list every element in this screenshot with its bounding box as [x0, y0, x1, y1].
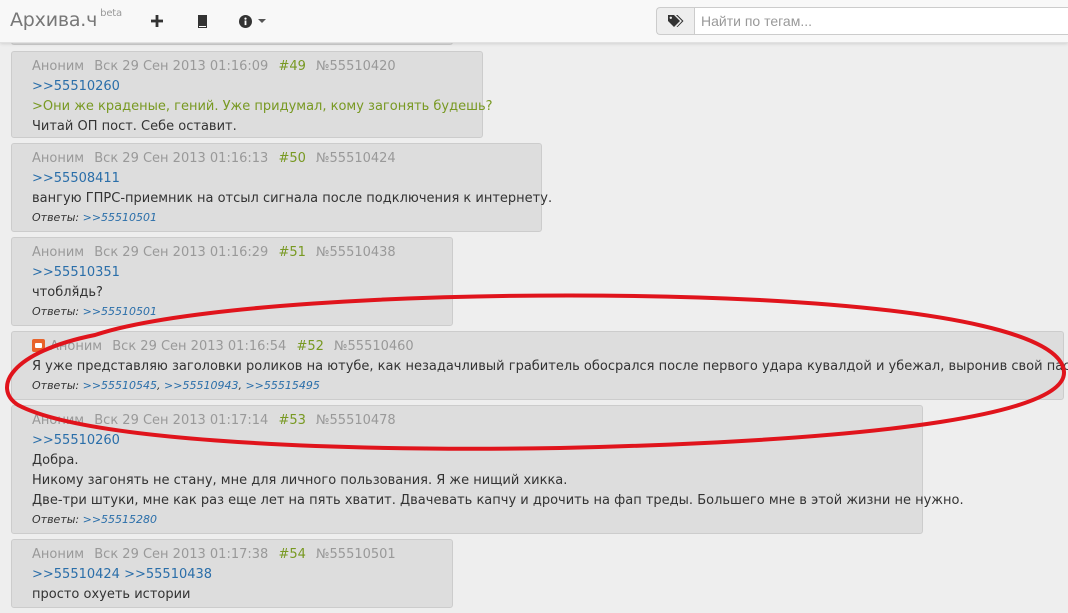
post: Аноним Вск 29 Сен 2013 01:16:09 #49 №555… [11, 51, 493, 138]
post-number[interactable]: #50 [278, 151, 305, 166]
post-number[interactable]: #49 [278, 59, 305, 74]
post-text: Две-три штуки, мне как раз еще лет на пя… [32, 493, 964, 508]
answers-label: Ответы: [32, 305, 80, 318]
post-id[interactable]: №55510460 [334, 339, 414, 354]
post-id[interactable]: №55510438 [316, 245, 396, 260]
tag-search-addon [656, 7, 694, 35]
post-text: Добра. [32, 453, 79, 468]
post-answers: Ответы: >>55515280 [32, 511, 902, 529]
post-id[interactable]: №55510501 [316, 547, 396, 562]
post-text: Читай ОП пост. Себе оставит. [32, 119, 237, 134]
post-author: Аноним [32, 151, 85, 166]
plus-icon [151, 15, 163, 27]
post-author: Аноним [50, 339, 103, 354]
post-header: Аноним Вск 29 Сен 2013 01:16:54 #52 №555… [32, 337, 1043, 357]
answer-link[interactable]: >>55510501 [83, 211, 157, 224]
tag-search-input[interactable] [694, 7, 1068, 35]
post: Аноним Вск 29 Сен 2013 01:17:14 #53 №555… [11, 405, 964, 534]
book-icon [197, 14, 207, 28]
post-header: Аноним Вск 29 Сен 2013 01:17:14 #53 №555… [32, 411, 902, 431]
answers-label: Ответы: [32, 513, 80, 526]
post-text: Я уже представляю заголовки роликов на ю… [32, 359, 1068, 374]
greentext-quote: >Они же краденые, гений. Уже придумал, к… [32, 99, 493, 114]
answer-link[interactable]: >>55515280 [83, 513, 157, 526]
post-header: Аноним Вск 29 Сен 2013 01:16:29 #51 №555… [32, 243, 432, 263]
answer-link[interactable]: >>55510501 [83, 305, 157, 318]
info-icon [239, 14, 252, 28]
post-date: Вск 29 Сен 2013 01:16:09 [94, 59, 269, 74]
answers-label: Ответы: [32, 379, 80, 392]
post-text: чтобля̆дь? [32, 285, 103, 300]
post-number[interactable]: #53 [278, 413, 305, 428]
post-answers: Ответы: >>55510545, >>55510943, >>555154… [32, 379, 320, 392]
reply-link[interactable]: >>55510351 [32, 265, 120, 280]
post-number[interactable]: #52 [296, 339, 323, 354]
navbar: Архива.ч beta [0, 0, 1068, 43]
post-text: Никому загонять не стану, мне для личног… [32, 473, 568, 488]
answer-link[interactable]: >>55510943 [164, 379, 238, 392]
post-highlighted: Аноним Вск 29 Сен 2013 01:16:54 #52 №555… [11, 331, 1068, 400]
post-header: Аноним Вск 29 Сен 2013 01:16:09 #49 №555… [32, 57, 462, 77]
post-author: Аноним [32, 245, 85, 260]
post-number[interactable]: #54 [278, 547, 305, 562]
brand-logo[interactable]: Архива.ч beta [10, 7, 122, 31]
info-dropdown-button[interactable] [238, 11, 268, 31]
post-text: просто охуеть истории [32, 587, 191, 602]
post-id[interactable]: №55510420 [316, 59, 396, 74]
post: Аноним Вск 29 Сен 2013 01:16:13 #50 №555… [11, 143, 553, 232]
post-date: Вск 29 Сен 2013 01:17:38 [94, 547, 269, 562]
tag-search [656, 7, 1068, 35]
reply-link[interactable]: >>55510438 [124, 567, 212, 582]
brand-title: Архива.ч [10, 9, 98, 31]
caret-down-icon [258, 19, 266, 23]
post-header: Аноним Вск 29 Сен 2013 01:17:38 #54 №555… [32, 545, 432, 565]
reply-link[interactable]: >>55510424 [32, 567, 120, 582]
answers-label: Ответы: [32, 211, 80, 224]
archive-button[interactable] [194, 11, 210, 31]
post-answers: Ответы: >>55510501 [32, 303, 432, 321]
post-id[interactable]: №55510478 [316, 413, 396, 428]
post: Аноним Вск 29 Сен 2013 01:16:29 #51 №555… [11, 237, 453, 326]
reply-link[interactable]: >>55510260 [32, 79, 120, 94]
answer-link[interactable]: >>55510545 [83, 379, 157, 392]
post-id[interactable]: №55510424 [316, 151, 396, 166]
post-date: Вск 29 Сен 2013 01:17:14 [94, 413, 269, 428]
post-number[interactable]: #51 [278, 245, 305, 260]
op-flag-icon [32, 339, 45, 352]
tags-icon [667, 14, 683, 27]
post-date: Вск 29 Сен 2013 01:16:13 [94, 151, 269, 166]
post-date: Вск 29 Сен 2013 01:16:54 [112, 339, 287, 354]
brand-beta: beta [100, 7, 122, 19]
post-author: Аноним [32, 413, 85, 428]
post-text: вангую ГПРС-приемник на отсыл сигнала по… [32, 191, 553, 206]
post-author: Аноним [32, 59, 85, 74]
reply-link[interactable]: >>55510260 [32, 433, 120, 448]
post-date: Вск 29 Сен 2013 01:16:29 [94, 245, 269, 260]
post: Аноним Вск 29 Сен 2013 01:17:38 #54 №555… [11, 539, 453, 608]
answer-link[interactable]: >>55515495 [245, 379, 319, 392]
post-answers: Ответы: >>55510501 [32, 209, 521, 227]
add-button[interactable] [149, 11, 165, 31]
post-author: Аноним [32, 547, 85, 562]
post-header: Аноним Вск 29 Сен 2013 01:16:13 #50 №555… [32, 149, 521, 169]
reply-link[interactable]: >>55508411 [32, 171, 120, 186]
